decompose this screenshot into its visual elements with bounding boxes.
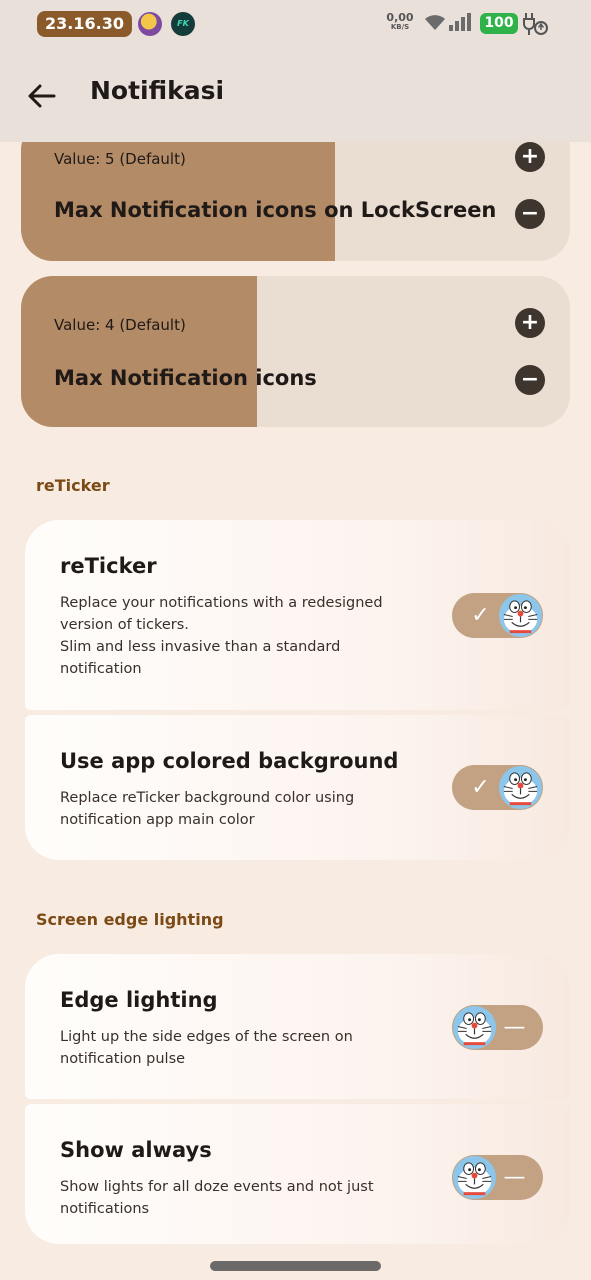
setting-title: Use app colored background xyxy=(60,749,399,773)
setting-row-show-always[interactable]: Show always Show lights for all doze eve… xyxy=(25,1104,570,1244)
cat-face-knob-icon xyxy=(452,1005,497,1050)
charging-plug-icon xyxy=(523,13,548,35)
setting-title: reTicker xyxy=(60,554,157,578)
cat-face-knob-icon xyxy=(498,765,543,810)
section-header-edge-lighting: Screen edge lighting xyxy=(36,910,224,929)
check-icon: ✓ xyxy=(471,603,490,628)
check-icon: ✓ xyxy=(471,775,490,800)
dash-icon: — xyxy=(503,1165,526,1190)
sticker-avatar-icon xyxy=(138,12,162,36)
increase-button[interactable]: + xyxy=(515,308,545,338)
reticker-group: reTicker Replace your notifications with… xyxy=(25,520,570,860)
net-speed-indicator: 0,00 KB/S xyxy=(386,12,414,31)
slider-value-label: Value: 5 (Default) xyxy=(54,150,186,168)
app-notification-icon: FK xyxy=(171,12,195,36)
arrow-left-icon[interactable] xyxy=(26,80,58,112)
edge-lighting-group: Edge lighting Light up the side edges of… xyxy=(25,954,570,1244)
setting-description: Replace reTicker background color using … xyxy=(60,790,355,828)
slider-max-icons[interactable]: Value: 4 (Default) Max Notification icon… xyxy=(21,276,570,427)
slider-value-label: Value: 4 (Default) xyxy=(54,316,186,334)
reticker-toggle[interactable]: ✓ xyxy=(452,593,543,638)
wifi-icon xyxy=(425,15,445,30)
home-gesture-bar[interactable] xyxy=(210,1261,381,1271)
edge-lighting-toggle[interactable]: — xyxy=(452,1005,543,1050)
slider-title: Max Notification icons xyxy=(54,366,317,390)
show-always-toggle[interactable]: — xyxy=(452,1155,543,1200)
setting-description: Light up the side edges of the screen on… xyxy=(60,1029,353,1067)
status-bar: 23.16.30 FK 0,00 KB/S 100 xyxy=(0,0,591,48)
decrease-button[interactable]: − xyxy=(515,365,545,395)
signal-icon xyxy=(449,13,471,31)
dash-icon: — xyxy=(503,1015,526,1040)
setting-description: Replace your notifications with a redesi… xyxy=(60,595,383,677)
setting-title: Edge lighting xyxy=(60,988,218,1012)
setting-row-app-colored-bg[interactable]: Use app colored background Replace reTic… xyxy=(25,715,570,860)
decrease-button[interactable]: − xyxy=(515,199,545,229)
app-bar: Notifikasi xyxy=(0,48,591,142)
setting-row-reticker[interactable]: reTicker Replace your notifications with… xyxy=(25,520,570,710)
setting-description: Show lights for all doze events and not … xyxy=(60,1179,374,1217)
setting-title: Show always xyxy=(60,1138,212,1162)
net-speed-value: 0,00 xyxy=(386,11,414,24)
section-header-reticker: reTicker xyxy=(36,476,110,495)
net-speed-unit: KB/S xyxy=(390,23,410,31)
cat-face-knob-icon xyxy=(498,593,543,638)
slider-fill xyxy=(21,276,257,427)
increase-button[interactable]: + xyxy=(515,142,545,172)
setting-row-edge-lighting[interactable]: Edge lighting Light up the side edges of… xyxy=(25,954,570,1099)
app-colored-bg-toggle[interactable]: ✓ xyxy=(452,765,543,810)
status-clock: 23.16.30 xyxy=(37,11,132,37)
cat-face-knob-icon xyxy=(452,1155,497,1200)
page-title: Notifikasi xyxy=(90,76,225,105)
battery-indicator: 100 xyxy=(480,13,518,34)
slider-title: Max Notification icons on LockScreen xyxy=(54,198,497,222)
